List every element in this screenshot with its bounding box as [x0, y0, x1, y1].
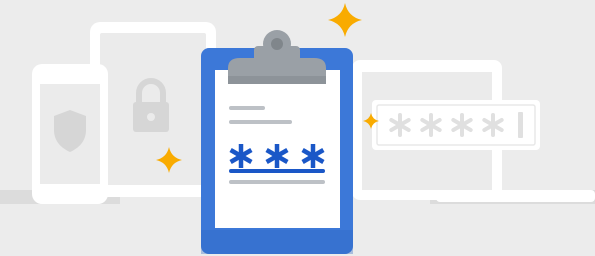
- password-illustration: [0, 0, 595, 256]
- tablet-icon: [90, 22, 216, 197]
- clipboard-icon: [201, 30, 353, 254]
- password-field-icon: [372, 100, 540, 150]
- text-cursor: [518, 112, 523, 138]
- illustration-canvas: [0, 0, 595, 256]
- password-underline: [229, 169, 325, 173]
- paper-line: [229, 180, 325, 184]
- paper-line: [229, 106, 265, 110]
- phone-icon: [32, 64, 108, 204]
- paper-line: [229, 120, 292, 124]
